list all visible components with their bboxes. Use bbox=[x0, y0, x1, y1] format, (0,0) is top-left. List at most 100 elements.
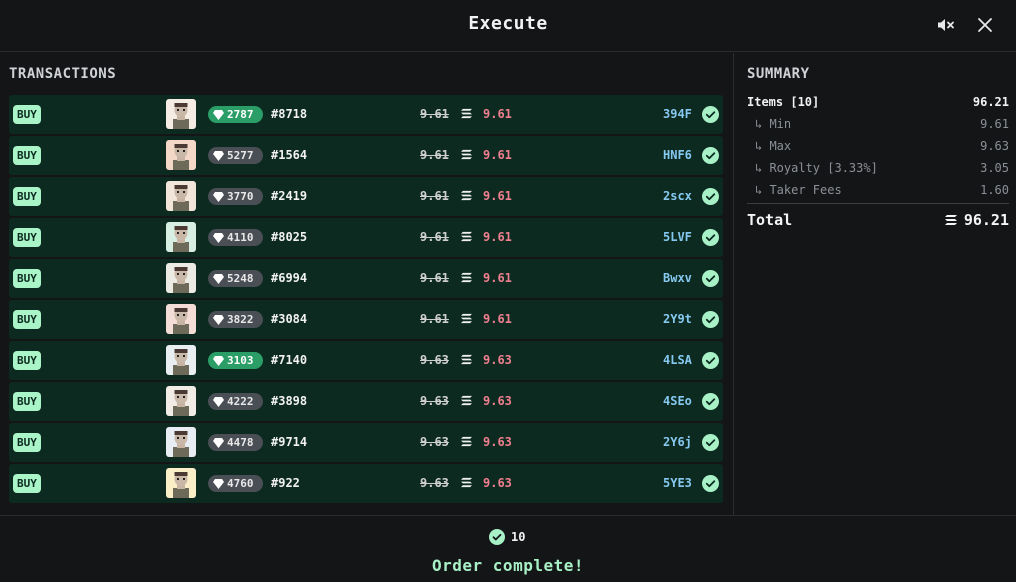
summary-fees-label: ↳ Taker Fees bbox=[755, 183, 842, 197]
transaction-row[interactable]: BUY 4478 #9714 9.63 9.63 2Y6j bbox=[9, 423, 723, 462]
solana-icon bbox=[461, 149, 472, 160]
check-circle-icon bbox=[702, 475, 719, 492]
order-complete-message: Order complete! bbox=[432, 556, 584, 575]
original-price: 9.61 bbox=[420, 312, 449, 326]
rarity-value: 4760 bbox=[227, 477, 254, 490]
buy-badge: BUY bbox=[13, 187, 41, 206]
nft-avatar-image bbox=[166, 140, 196, 170]
speaker-muted-icon[interactable] bbox=[935, 15, 955, 35]
transaction-row[interactable]: BUY 2787 #8718 9.61 9.61 394F bbox=[9, 95, 723, 134]
paid-price: 9.61 bbox=[483, 312, 512, 326]
nft-avatar-image bbox=[166, 222, 196, 252]
rarity-badge: 4110 bbox=[208, 229, 263, 246]
gem-icon bbox=[213, 479, 224, 489]
transaction-row[interactable]: BUY 3822 #3084 9.61 9.61 2Y9t bbox=[9, 300, 723, 339]
check-circle-icon bbox=[702, 393, 719, 410]
transaction-signature-link[interactable]: 394F bbox=[663, 107, 692, 121]
summary-min-value: 9.61 bbox=[980, 117, 1009, 131]
gem-icon bbox=[213, 192, 224, 202]
transaction-signature-link[interactable]: 2scx bbox=[663, 189, 692, 203]
token-number: #8025 bbox=[271, 230, 308, 244]
transaction-row[interactable]: BUY 3770 #2419 9.61 9.61 2scx bbox=[9, 177, 723, 216]
check-circle-icon bbox=[702, 434, 719, 451]
solana-icon bbox=[461, 108, 472, 119]
transaction-signature-link[interactable]: 4SEo bbox=[663, 394, 692, 408]
nft-avatar[interactable] bbox=[166, 181, 196, 211]
transaction-signature-link[interactable]: Bwxv bbox=[663, 271, 692, 285]
modal-title: Execute bbox=[468, 13, 548, 34]
rarity-badge: 3822 bbox=[208, 311, 263, 328]
rarity-badge: 5248 bbox=[208, 270, 263, 287]
gem-icon bbox=[213, 233, 224, 243]
solana-icon bbox=[461, 395, 472, 406]
transaction-row[interactable]: BUY 5277 #1564 9.61 9.61 HNF6 bbox=[9, 136, 723, 175]
paid-price: 9.61 bbox=[483, 107, 512, 121]
summary-panel: SUMMARY Items [10] 96.21 ↳ Min 9.61 ↳ Ma… bbox=[735, 53, 1016, 515]
token-number: #1564 bbox=[271, 148, 308, 162]
nft-avatar[interactable] bbox=[166, 427, 196, 457]
gem-icon bbox=[213, 274, 224, 284]
rarity-badge: 3770 bbox=[208, 188, 263, 205]
transaction-row[interactable]: BUY 3103 #7140 9.63 9.63 4LSA bbox=[9, 341, 723, 380]
check-circle-icon bbox=[702, 270, 719, 287]
nft-avatar[interactable] bbox=[166, 468, 196, 498]
nft-avatar[interactable] bbox=[166, 386, 196, 416]
paid-price: 9.61 bbox=[483, 230, 512, 244]
nft-avatar[interactable] bbox=[166, 140, 196, 170]
buy-badge: BUY bbox=[13, 228, 41, 247]
nft-avatar[interactable] bbox=[166, 263, 196, 293]
transaction-row[interactable]: BUY 5248 #6994 9.61 9.61 Bwxv bbox=[9, 259, 723, 298]
rarity-badge: 4478 bbox=[208, 434, 263, 451]
nft-avatar[interactable] bbox=[166, 345, 196, 375]
rarity-value: 4478 bbox=[227, 436, 254, 449]
close-icon[interactable] bbox=[975, 15, 995, 35]
paid-price: 9.61 bbox=[483, 189, 512, 203]
nft-avatar-image bbox=[166, 468, 196, 498]
transaction-signature-link[interactable]: 5YE3 bbox=[663, 476, 692, 490]
check-circle-icon bbox=[702, 229, 719, 246]
token-number: #3084 bbox=[271, 312, 308, 326]
rarity-badge: 5277 bbox=[208, 147, 263, 164]
buy-badge: BUY bbox=[13, 146, 41, 165]
solana-icon bbox=[461, 436, 472, 447]
original-price: 9.61 bbox=[420, 107, 449, 121]
transaction-signature-link[interactable]: 5LVF bbox=[663, 230, 692, 244]
rarity-value: 4222 bbox=[227, 395, 254, 408]
original-price: 9.63 bbox=[420, 476, 449, 490]
transaction-row[interactable]: BUY 4760 #922 9.63 9.63 5YE3 bbox=[9, 464, 723, 503]
token-number: #7140 bbox=[271, 353, 308, 367]
transaction-row[interactable]: BUY 4110 #8025 9.61 9.61 5LVF bbox=[9, 218, 723, 257]
original-price: 9.63 bbox=[420, 353, 449, 367]
transactions-title: TRANSACTIONS bbox=[9, 66, 117, 82]
paid-price: 9.61 bbox=[483, 271, 512, 285]
nft-avatar-image bbox=[166, 181, 196, 211]
transaction-row[interactable]: BUY 4222 #3898 9.63 9.63 4SEo bbox=[9, 382, 723, 421]
transactions-list: BUY 2787 #8718 9.61 9.61 394F BUY 5277 #1564 9.61… bbox=[9, 95, 723, 505]
summary-royalty-value: 3.05 bbox=[980, 161, 1009, 175]
transaction-signature-link[interactable]: 2Y6j bbox=[663, 435, 692, 449]
completed-count: 10 bbox=[489, 529, 525, 546]
summary-fees-value: 1.60 bbox=[980, 183, 1009, 197]
transaction-signature-link[interactable]: HNF6 bbox=[663, 148, 692, 162]
token-number: #2419 bbox=[271, 189, 308, 203]
nft-avatar[interactable] bbox=[166, 99, 196, 129]
nft-avatar[interactable] bbox=[166, 304, 196, 334]
solana-icon bbox=[461, 231, 472, 242]
buy-badge: BUY bbox=[13, 351, 41, 370]
transaction-signature-link[interactable]: 4LSA bbox=[663, 353, 692, 367]
nft-avatar-image bbox=[166, 99, 196, 129]
paid-price: 9.63 bbox=[483, 476, 512, 490]
transaction-signature-link[interactable]: 2Y9t bbox=[663, 312, 692, 326]
summary-total-label: Total bbox=[747, 211, 793, 229]
nft-avatar[interactable] bbox=[166, 222, 196, 252]
nft-avatar-image bbox=[166, 345, 196, 375]
original-price: 9.63 bbox=[420, 435, 449, 449]
gem-icon bbox=[213, 397, 224, 407]
token-number: #3898 bbox=[271, 394, 308, 408]
summary-max-label: ↳ Max bbox=[755, 139, 792, 153]
check-circle-icon bbox=[702, 106, 719, 123]
paid-price: 9.61 bbox=[483, 148, 512, 162]
buy-badge: BUY bbox=[13, 392, 41, 411]
completed-count-value: 10 bbox=[511, 530, 526, 544]
buy-badge: BUY bbox=[13, 105, 41, 124]
